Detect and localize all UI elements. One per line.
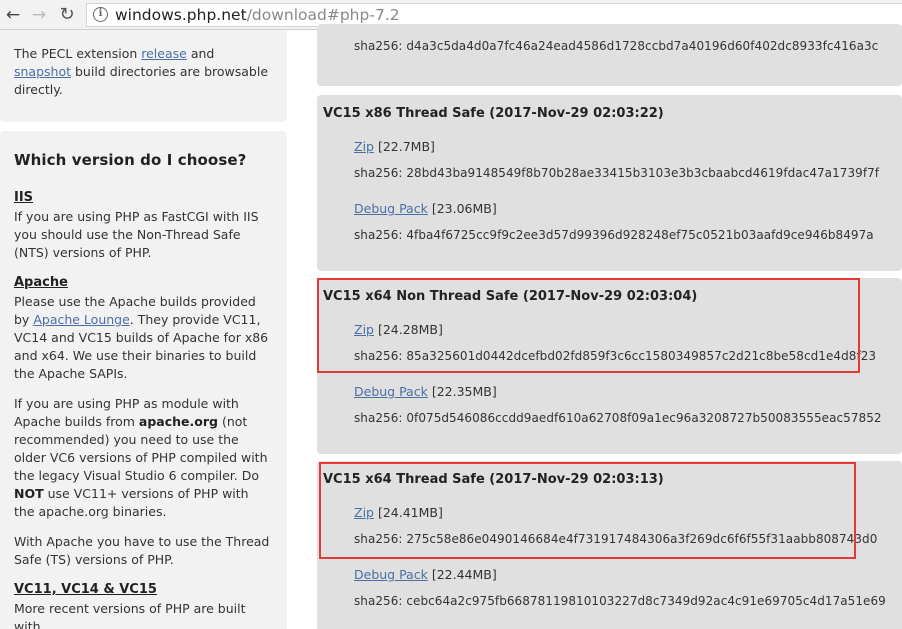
debug-pack-item: Debug Pack [23.06MB] [354,201,497,216]
debug-pack-sha256: sha256: 0f075d546086ccdd9aedf610a62708f0… [354,411,882,425]
apache-org-bold: apache.org [138,414,218,429]
url-host: windows.php.net [115,5,247,24]
vc-text: More recent versions of PHP are built wi… [14,601,246,629]
reload-icon[interactable]: ↻ [56,4,78,26]
highlight-box-ts [319,462,856,559]
debug-pack-link[interactable]: Debug Pack [354,201,428,216]
column-gutter [290,30,317,629]
url-path: /download#php-7.2 [246,5,400,24]
choose-version-box: Which version do I choose? IIS If you ar… [0,131,287,629]
vc-heading: VC11, VC14 & VC15 [14,582,157,597]
sidebar: The PECL extension release and snapshot … [0,30,290,629]
download-panel-top: sha256: d4a3c5da4d0a7fc46a24ead4586d1728… [317,24,902,86]
address-bar[interactable]: i windows.php.net/download#php-7.2 [86,2,902,27]
module-text: If you are using PHP as module with Apac… [14,395,273,521]
iis-heading: IIS [14,190,34,205]
debug-pack-sha256: sha256: 4fba4f6725cc9f9c2ee3d57d99396d92… [354,228,874,242]
snapshot-link[interactable]: snapshot [14,64,71,79]
apache-text: Please use the Apache builds provided by… [14,293,273,383]
debug-pack-size: [23.06MB] [431,201,497,216]
zip-item: Zip [22.7MB] [354,139,435,154]
pecl-text: The PECL extension [14,46,138,61]
apache-lounge-link[interactable]: Apache Lounge [33,312,129,327]
debug-pack-link[interactable]: Debug Pack [354,384,428,399]
back-arrow-icon[interactable]: ← [2,4,24,26]
debug-pack-item: Debug Pack [22.35MB] [354,384,497,399]
module-text-3: use VC11+ versions of PHP with the apach… [14,486,249,519]
apache-heading: Apache [14,275,68,290]
zip-sha256: sha256: 28bd43ba9148549f8b70b28ae33415b3… [354,166,880,180]
not-bold: NOT [14,486,44,501]
ts-text: With Apache you have to use the Thread S… [14,534,270,567]
release-link[interactable]: release [141,46,187,61]
info-icon[interactable]: i [93,7,108,22]
sha256-text: sha256: d4a3c5da4d0a7fc46a24ead4586d1728… [354,39,879,53]
zip-size: [22.7MB] [377,139,435,154]
debug-pack-size: [22.44MB] [431,567,497,582]
debug-pack-link[interactable]: Debug Pack [354,567,428,582]
forward-arrow-icon[interactable]: → [28,4,50,26]
section-title: VC15 x86 Thread Safe (2017-Nov-29 02:03:… [323,106,664,121]
choose-title: Which version do I choose? [14,151,247,169]
pecl-box: The PECL extension release and snapshot … [0,30,287,122]
pecl-and: and [190,46,215,61]
highlight-box-nts [317,278,860,373]
zip-link[interactable]: Zip [354,139,374,154]
download-panel-vc15-x86-ts: VC15 x86 Thread Safe (2017-Nov-29 02:03:… [317,95,902,271]
debug-pack-size: [22.35MB] [431,384,497,399]
debug-pack-sha256: sha256: cebc64a2c975fb66878119810103227d… [354,594,886,608]
iis-text: If you are using PHP as FastCGI with IIS… [14,209,259,260]
debug-pack-item: Debug Pack [22.44MB] [354,567,497,582]
